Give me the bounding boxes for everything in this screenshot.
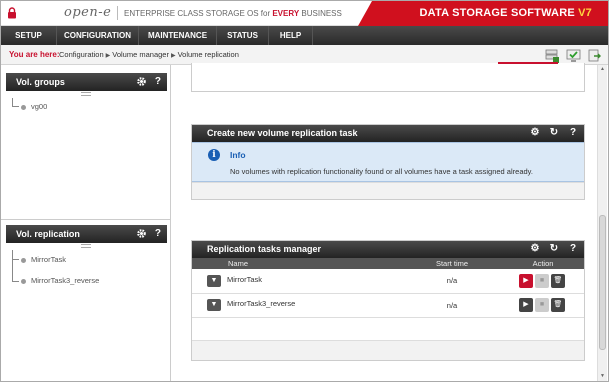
breadcrumb-configuration[interactable]: Configuration	[59, 50, 104, 59]
tasks-manager-card: Replication tasks manager ⚙ ↻ ? Name Sta…	[191, 240, 585, 361]
tree-connector	[12, 255, 19, 260]
bullet-icon	[21, 278, 26, 284]
info-icon: i	[208, 149, 220, 161]
check-monitor-icon[interactable]	[566, 48, 581, 63]
breadcrumb-path: Configuration ▶ Volume manager ▶ Volume repl…	[59, 50, 239, 59]
chevron-down-icon[interactable]: ▼	[207, 299, 221, 311]
card-footer	[192, 182, 584, 199]
tasks-manager-header: Replication tasks manager ⚙ ↻ ?	[192, 241, 584, 258]
trash-icon[interactable]: 🗑	[551, 298, 565, 312]
create-task-card: Create new volume replication task ⚙ ↻ ?…	[191, 124, 585, 200]
resize-grip[interactable]	[81, 244, 91, 248]
loading-icon: ⚙	[530, 243, 540, 254]
gear-icon[interactable]	[136, 76, 147, 87]
brand-title: DATA STORAGE SOFTWARE V7	[419, 7, 592, 19]
panel-divider	[1, 219, 171, 220]
tree-connector	[12, 98, 19, 107]
info-box: i Info No volumes with replication funct…	[192, 142, 584, 182]
table-padding	[192, 318, 584, 340]
server-icon[interactable]	[544, 48, 559, 63]
task-start-time: n/a	[402, 293, 502, 318]
open-e-logo: open-e	[64, 5, 112, 20]
table-row: ▼ MirrorTask n/a ▶ ■ 🗑	[192, 269, 584, 294]
help-icon[interactable]: ?	[155, 73, 161, 91]
bullet-icon	[21, 104, 26, 110]
help-icon[interactable]: ?	[155, 225, 161, 243]
column-name: Name	[228, 259, 249, 268]
vol-replication-title: Vol. replication	[16, 229, 80, 239]
scroll-up-icon[interactable]: ▲	[599, 66, 606, 73]
info-message: No volumes with replication functionalit…	[230, 167, 533, 176]
vol-groups-title: Vol. groups	[16, 77, 65, 87]
replication-task-item[interactable]: MirrorTask3_reverse	[21, 276, 99, 285]
breadcrumb-volume-replication[interactable]: Volume replication	[178, 50, 239, 59]
create-task-title: Create new volume replication task	[207, 128, 358, 138]
task-name-cell: ▼ MirrorTask3_reverse	[192, 293, 402, 318]
task-name: MirrorTask	[227, 274, 262, 284]
tree-connector	[12, 277, 19, 282]
bullet-icon	[21, 257, 26, 263]
breadcrumb-arrow-icon: ▶	[170, 53, 176, 59]
nav-status[interactable]: STATUS	[217, 26, 269, 45]
column-action: Action	[532, 259, 554, 268]
help-icon[interactable]: ?	[568, 244, 578, 254]
red-accent-line	[498, 62, 558, 64]
nav-configuration[interactable]: CONFIGURATION	[57, 26, 139, 45]
header-separator	[117, 6, 118, 20]
breadcrumb-arrow-icon: ▶	[105, 53, 111, 59]
task-actions: ▶ ■ 🗑	[502, 293, 584, 318]
main-content: Create new volume replication task ⚙ ↻ ?…	[179, 62, 597, 381]
vol-groups-header: Vol. groups ?	[6, 73, 167, 91]
refresh-icon[interactable]: ↻	[549, 128, 559, 138]
task-actions: ▶ ■ 🗑	[502, 269, 584, 294]
card-footer	[192, 339, 584, 360]
stop-button[interactable]: ■	[535, 298, 549, 312]
resize-grip[interactable]	[81, 92, 91, 96]
loading-icon: ⚙	[530, 127, 540, 138]
breadcrumb-label: You are here:	[9, 50, 60, 59]
nav-maintenance[interactable]: MAINTENANCE	[139, 26, 217, 45]
task-name-cell: ▼ MirrorTask	[192, 269, 402, 294]
table-header-row: Name Start time Action	[192, 258, 584, 269]
task-name: MirrorTask3_reverse	[227, 299, 296, 308]
task-start-time: n/a	[402, 269, 502, 294]
replication-task-item[interactable]: MirrorTask	[21, 255, 66, 264]
scroll-down-icon[interactable]: ▼	[599, 373, 606, 380]
chevron-down-icon[interactable]: ▼	[207, 274, 221, 287]
trash-icon[interactable]: 🗑	[551, 273, 565, 288]
main-nav: SETUP CONFIGURATION MAINTENANCE STATUS H…	[1, 26, 608, 45]
vol-group-item[interactable]: vg00	[21, 102, 47, 111]
play-button[interactable]: ▶	[519, 298, 533, 312]
tagline: ENTERPRISE CLASS STORAGE OS for EVERY BU…	[124, 9, 342, 18]
left-panel: Vol. groups ? vg00 Vol. replication ? Mi…	[1, 65, 171, 381]
info-title: Info	[230, 150, 246, 160]
scroll-thumb[interactable]	[599, 215, 606, 350]
stop-button[interactable]: ■	[535, 273, 549, 288]
create-task-header: Create new volume replication task ⚙ ↻ ?	[192, 125, 584, 142]
previous-card	[191, 62, 585, 92]
top-header: open-e ENTERPRISE CLASS STORAGE OS for E…	[1, 1, 608, 26]
help-icon[interactable]: ?	[568, 128, 578, 138]
nav-setup[interactable]: SETUP	[1, 26, 57, 45]
lock-icon	[8, 7, 16, 19]
tasks-table: Name Start time Action ▼ MirrorTask n/a ▶…	[192, 258, 584, 318]
column-start-time: Start time	[435, 259, 469, 268]
table-row: ▼ MirrorTask3_reverse n/a ▶ ■ 🗑	[192, 293, 584, 318]
breadcrumb-volume-manager[interactable]: Volume manager	[112, 50, 169, 59]
vertical-scrollbar[interactable]: ▲ ▼	[597, 65, 607, 381]
nav-help[interactable]: HELP	[269, 26, 313, 45]
gear-icon[interactable]	[136, 228, 147, 239]
vol-replication-header: Vol. replication ?	[6, 225, 167, 243]
play-button[interactable]: ▶	[519, 273, 533, 288]
refresh-icon[interactable]: ↻	[549, 244, 559, 254]
export-icon[interactable]	[587, 48, 602, 63]
tasks-manager-title: Replication tasks manager	[207, 244, 322, 254]
